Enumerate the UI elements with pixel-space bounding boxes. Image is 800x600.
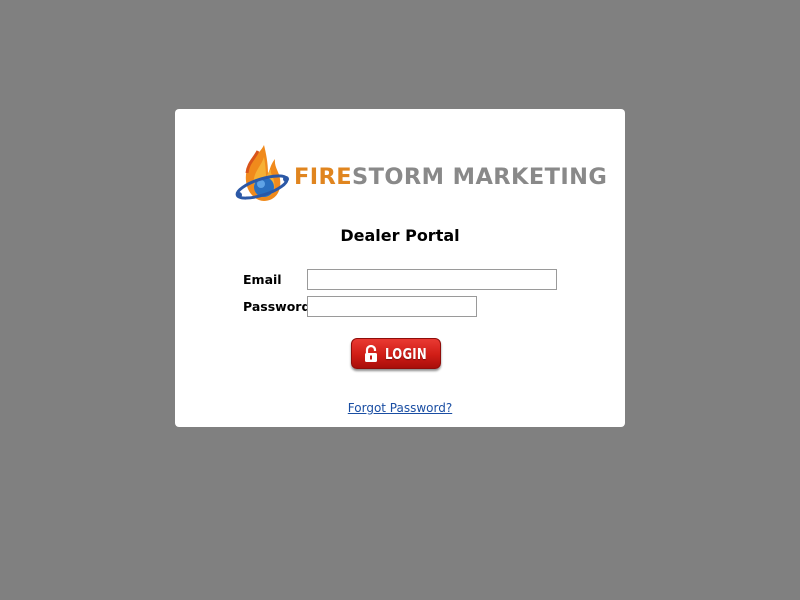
forgot-password-wrapper: Forgot Password? bbox=[175, 401, 625, 415]
firestorm-logo: FIRESTORM MARKETING bbox=[234, 143, 607, 207]
forgot-password-link[interactable]: Forgot Password? bbox=[348, 401, 452, 415]
logo-text-rest: STORM MARKETING bbox=[352, 164, 608, 190]
logo-wordmark: FIRESTORM MARKETING bbox=[294, 163, 607, 191]
email-field[interactable] bbox=[307, 269, 557, 290]
email-label: Email bbox=[243, 272, 282, 287]
logo-text-fire: FIRE bbox=[294, 164, 353, 190]
flame-globe-icon bbox=[235, 145, 289, 201]
login-button[interactable]: LOGIN bbox=[351, 338, 441, 369]
unlock-icon bbox=[365, 344, 378, 362]
password-field[interactable] bbox=[307, 296, 477, 317]
login-label: LOGIN bbox=[385, 344, 428, 363]
password-label: Password bbox=[243, 299, 311, 314]
page-title: Dealer Portal bbox=[340, 226, 460, 245]
login-card: FIRESTORM MARKETING Dealer Portal Email … bbox=[175, 109, 625, 427]
